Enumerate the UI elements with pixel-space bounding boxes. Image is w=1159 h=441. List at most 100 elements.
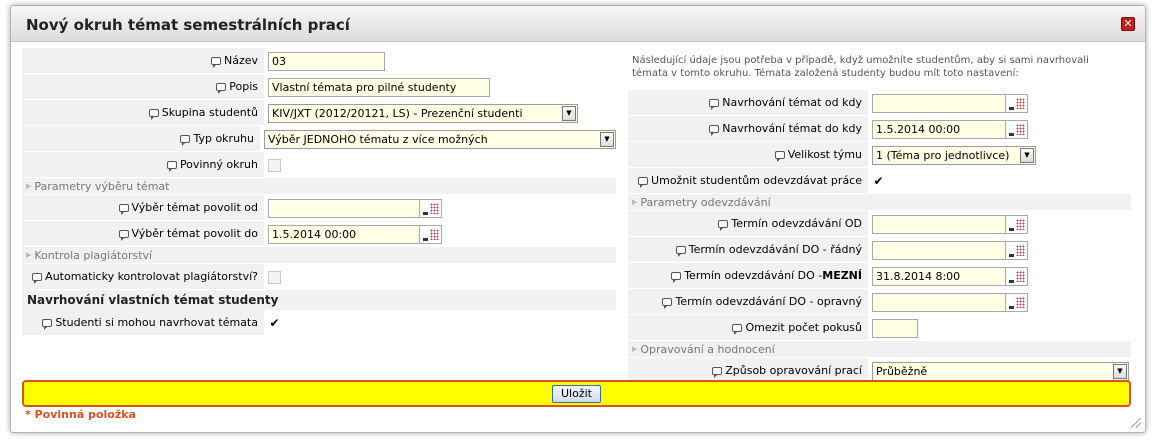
- triangle-right-icon: ▶: [26, 182, 32, 190]
- help-bubble-icon[interactable]: [210, 56, 221, 68]
- dialog-title: Nový okruh témat semestrálních prací: [26, 16, 350, 34]
- help-bubble-icon[interactable]: [774, 150, 785, 162]
- field-termin-od: Termín odevzdávání OD: [628, 211, 1131, 237]
- help-bubble-icon[interactable]: [638, 176, 649, 188]
- help-bubble-icon[interactable]: [675, 245, 686, 257]
- skupina-select[interactable]: KIV/JXT (2012/20121, LS) - Prezenční stu…: [268, 103, 578, 123]
- section-header[interactable]: ▶ Parametry odevzdávání: [628, 194, 1131, 211]
- termin-do-radny-input[interactable]: [872, 240, 1006, 260]
- typ-value: Výběr JEDNOHO tématu z více možných: [268, 132, 488, 146]
- popis-label: Popis: [229, 80, 258, 93]
- help-bubble-icon[interactable]: [180, 134, 191, 146]
- calendar-icon[interactable]: [1006, 266, 1028, 286]
- help-bubble-icon[interactable]: [732, 323, 743, 335]
- navrh-od-input[interactable]: [872, 93, 1006, 113]
- help-bubble-icon[interactable]: [709, 98, 720, 110]
- close-icon[interactable]: ✕: [1121, 17, 1135, 31]
- vyber-od-input[interactable]: [268, 198, 420, 218]
- dialog-titlebar[interactable]: Nový okruh témat semestrálních prací ✕: [11, 6, 1145, 42]
- triangle-right-icon: ▶: [632, 198, 638, 206]
- left-column: Název 03 Popis Vlastní témata pro pilné …: [22, 48, 616, 336]
- field-termin-do-mezni: Termín odevzdávání DO - MEZNÍ 31.8.2014 …: [628, 263, 1131, 289]
- navrh-do-label: Navrhování témat do kdy: [722, 122, 862, 135]
- calendar-icon[interactable]: [1006, 292, 1028, 312]
- chevron-down-icon[interactable]: ▼: [1113, 363, 1127, 379]
- field-vyber-od: Výběr témat povolit od: [22, 195, 616, 221]
- zpusob-select[interactable]: Průběžně ▼: [872, 361, 1129, 381]
- resize-grip-icon[interactable]: [1131, 418, 1141, 428]
- calendar-icon[interactable]: [420, 198, 442, 218]
- vyber-do-label: Výběr témat povolit do: [131, 227, 258, 240]
- help-bubble-icon[interactable]: [166, 160, 177, 172]
- velikost-value: 1 (Téma pro jednotlivce): [876, 148, 1010, 162]
- calendar-icon[interactable]: [1006, 240, 1028, 260]
- required-note: * Povinná položka: [25, 408, 136, 421]
- help-bubble-icon[interactable]: [42, 318, 53, 330]
- velikost-select[interactable]: 1 (Téma pro jednotlivce) ▼: [872, 145, 1036, 165]
- studenti-navrh-label: Studenti si mohou navrhovat témata: [55, 316, 258, 329]
- auto-plagiat-label: Automaticky kontrolovat plagiátorství?: [45, 270, 258, 283]
- auto-plagiat-checkbox[interactable]: [268, 270, 281, 284]
- help-bubble-icon[interactable]: [148, 108, 159, 120]
- skupina-value: KIV/JXT (2012/20121, LS) - Prezenční stu…: [272, 106, 523, 120]
- save-bar: Uložit: [22, 380, 1131, 407]
- vyber-od-label: Výběr témat povolit od: [131, 201, 258, 214]
- help-bubble-icon[interactable]: [709, 124, 720, 136]
- termin-od-input[interactable]: [872, 214, 1006, 234]
- field-navrh-do: Navrhování témat do kdy 1.5.2014 00:00: [628, 116, 1131, 142]
- chevron-down-icon[interactable]: ▼: [600, 131, 614, 147]
- help-bubble-icon[interactable]: [32, 272, 43, 284]
- calendar-icon[interactable]: [1006, 93, 1028, 113]
- field-velikost: Velikost týmu 1 (Téma pro jednotlivce) ▼: [628, 142, 1131, 168]
- help-bubble-icon[interactable]: [118, 229, 129, 241]
- termin-do-radny-label: Termín odevzdávání DO - řádný: [688, 243, 862, 256]
- termin-do-mezni-input[interactable]: 31.8.2014 8:00: [872, 266, 1006, 286]
- chevron-down-icon[interactable]: ▼: [1020, 147, 1034, 163]
- field-termin-do-opravny: Termín odevzdávání DO - opravný: [628, 289, 1131, 315]
- help-bubble-icon[interactable]: [662, 297, 673, 309]
- skupina-label: Skupina studentů: [161, 106, 258, 119]
- help-bubble-icon[interactable]: [118, 203, 129, 215]
- field-povinny: Povinný okruh: [22, 152, 616, 178]
- navrh-od-label: Navrhování témat od kdy: [722, 96, 862, 109]
- omezit-input[interactable]: [872, 318, 918, 338]
- calendar-icon[interactable]: [1006, 119, 1028, 139]
- right-column: Následující údaje jsou potřeba v případě…: [628, 48, 1131, 384]
- studenti-navrh-checkbox[interactable]: ✔: [268, 316, 281, 330]
- help-bubble-icon[interactable]: [718, 219, 729, 231]
- termin-do-opravny-label: Termín odevzdávání DO - opravný: [675, 295, 862, 308]
- nazev-input[interactable]: 03: [268, 51, 385, 71]
- field-popis: Popis Vlastní témata pro pilné studenty: [22, 74, 616, 100]
- vyber-do-input[interactable]: 1.5.2014 00:00: [268, 224, 420, 244]
- dialog-window: Nový okruh témat semestrálních prací ✕ N…: [10, 5, 1146, 433]
- section-header[interactable]: ▶ Parametry výběru témat: [22, 178, 616, 195]
- termin-od-label: Termín odevzdávání OD: [731, 217, 862, 230]
- odevzdavat-label: Umožnit studentům odevzdávat práce: [651, 174, 862, 187]
- odevzdavat-checkbox[interactable]: ✔: [872, 174, 885, 188]
- omezit-label: Omezit počet pokusů: [745, 321, 862, 334]
- termin-do-mezni-label: Termín odevzdávání DO -: [684, 269, 823, 282]
- povinny-checkbox[interactable]: [268, 158, 281, 172]
- field-studenti-navrh: Studenti si mohou navrhovat témata ✔: [22, 310, 616, 336]
- info-note: Následující údaje jsou potřeba v případě…: [632, 55, 1089, 79]
- field-odevzdavat: Umožnit studentům odevzdávat práce ✔: [628, 168, 1131, 194]
- field-navrh-od: Navrhování témat od kdy: [628, 90, 1131, 116]
- calendar-icon[interactable]: [1006, 214, 1028, 234]
- termin-do-opravny-input[interactable]: [872, 292, 1006, 312]
- typ-select[interactable]: Výběr JEDNOHO tématu z více možných ▼: [264, 129, 616, 149]
- help-bubble-icon[interactable]: [712, 366, 723, 378]
- triangle-right-icon: ▶: [26, 251, 32, 259]
- save-button[interactable]: Uložit: [552, 384, 601, 403]
- chevron-down-icon[interactable]: ▼: [562, 105, 576, 121]
- zpusob-value: Průběžně: [876, 364, 928, 378]
- field-vyber-do: Výběr témat povolit do 1.5.2014 00:00: [22, 221, 616, 247]
- popis-input[interactable]: Vlastní témata pro pilné studenty: [268, 77, 490, 97]
- field-auto-plagiat: Automaticky kontrolovat plagiátorství?: [22, 264, 616, 290]
- navrh-do-input[interactable]: 1.5.2014 00:00: [872, 119, 1006, 139]
- triangle-right-icon: ▶: [632, 345, 638, 353]
- section-header[interactable]: ▶ Kontrola plagiátorství: [22, 247, 616, 264]
- help-bubble-icon[interactable]: [671, 271, 682, 283]
- section-header[interactable]: ▶ Opravování a hodnocení: [628, 341, 1131, 358]
- calendar-icon[interactable]: [420, 224, 442, 244]
- help-bubble-icon[interactable]: [216, 82, 227, 94]
